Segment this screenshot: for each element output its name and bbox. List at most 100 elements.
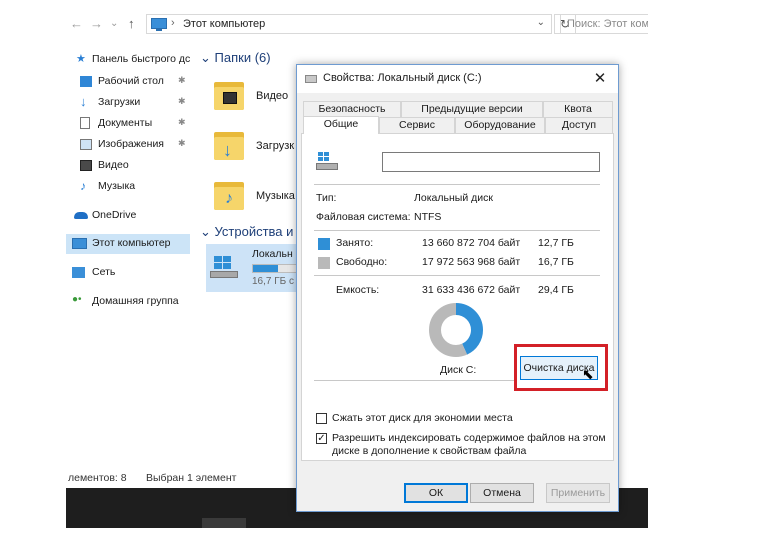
pin-icon[interactable]: ✱ xyxy=(178,138,186,149)
desktop-icon xyxy=(80,76,92,87)
free-label: Свободно: xyxy=(336,256,388,268)
selection-count: Выбран 1 элемент xyxy=(146,472,237,484)
tab-hardware[interactable]: Оборудование xyxy=(455,117,545,133)
windows-drive-icon xyxy=(316,152,340,174)
index-checkbox-label-line1[interactable]: Разрешить индексировать содержимое файло… xyxy=(332,432,606,444)
capacity-label: Емкость: xyxy=(336,284,380,296)
drive-name-input[interactable] xyxy=(382,152,600,172)
dialog-titlebar[interactable]: Свойства: Локальный диск (C:) ✕ xyxy=(297,65,618,93)
star-icon: ★ xyxy=(76,53,86,65)
tab-previous-versions[interactable]: Предыдущие версии xyxy=(401,101,543,117)
close-button[interactable]: ✕ xyxy=(590,69,610,89)
tab-service[interactable]: Сервис xyxy=(379,117,455,133)
dialog-title: Свойства: Локальный диск (C:) xyxy=(323,72,482,84)
music-folder-icon[interactable]: ♪ xyxy=(214,178,244,210)
forward-arrow-icon[interactable]: → xyxy=(90,16,103,31)
disk-label: Диск C: xyxy=(440,364,477,376)
sidebar-item-homegroup[interactable]: ●• Домашняя группа xyxy=(66,292,190,312)
network-icon xyxy=(72,267,85,278)
compress-checkbox[interactable] xyxy=(316,413,327,424)
sidebar-item-documents[interactable]: Документы ✱ xyxy=(66,114,190,134)
apply-button[interactable]: Применить xyxy=(546,483,610,503)
computer-icon xyxy=(72,238,87,249)
used-size: 12,7 ГБ xyxy=(538,237,574,249)
tab-general[interactable]: Общие xyxy=(303,116,379,134)
item-count: лементов: 8 xyxy=(68,472,127,484)
onedrive-icon xyxy=(74,212,88,219)
divider xyxy=(314,275,600,276)
general-tab-panel: Тип: Локальный диск Файловая система: NT… xyxy=(301,133,614,461)
sidebar-item-network[interactable]: Сеть xyxy=(66,263,190,283)
used-bytes: 13 660 872 704 байт xyxy=(422,237,521,249)
mouse-cursor-icon: ⬉ xyxy=(582,366,594,382)
sidebar-item-this-pc[interactable]: Этот компьютер xyxy=(66,234,190,254)
sidebar-item-music[interactable]: ♪ Музыка xyxy=(66,177,190,197)
free-size: 16,7 ГБ xyxy=(538,256,574,268)
divider xyxy=(314,380,514,381)
computer-icon xyxy=(151,18,167,29)
capacity-size: 29,4 ГБ xyxy=(538,284,574,296)
divider xyxy=(314,230,600,231)
content-pane: ⌄ Папки (6) Видео ↓ Загрузк ♪ Музыка ⌄ У… xyxy=(196,44,312,464)
tab-security[interactable]: Безопасность xyxy=(303,101,401,117)
pin-icon[interactable]: ✱ xyxy=(178,75,186,86)
drive-icon xyxy=(305,75,317,83)
folder-label-downloads[interactable]: Загрузк xyxy=(256,140,294,152)
homegroup-icon: ●• xyxy=(72,294,82,305)
recent-locations-icon[interactable]: ⌄ xyxy=(110,18,118,29)
pin-icon[interactable]: ✱ xyxy=(178,96,186,107)
local-drive-tile[interactable]: Локальн 16,7 ГБ с xyxy=(206,244,312,292)
devices-group-header[interactable]: ⌄ Устройства и xyxy=(200,224,293,240)
video-icon xyxy=(80,160,92,171)
drive-free-space: 16,7 ГБ с xyxy=(252,276,294,287)
navigation-pane: ★ Панель быстрого дс Рабочий стол ✱ ↓ За… xyxy=(66,44,190,464)
search-input[interactable]: Поиск: Этот ком xyxy=(560,14,648,34)
compress-checkbox-label[interactable]: Сжать этот диск для экономии места xyxy=(332,412,513,424)
sidebar-item-downloads[interactable]: ↓ Загрузки ✱ xyxy=(66,93,190,113)
properties-dialog: Свойства: Локальный диск (C:) ✕ Безопасн… xyxy=(296,64,619,512)
chevron-down-icon: ⌄ xyxy=(200,50,215,65)
chevron-down-icon: ⌄ xyxy=(200,224,215,239)
downloads-folder-icon[interactable]: ↓ xyxy=(214,128,244,160)
free-space-swatch xyxy=(318,257,330,269)
pin-icon[interactable]: ✱ xyxy=(178,117,186,128)
windows-drive-icon xyxy=(210,256,238,278)
free-bytes: 17 972 563 968 байт xyxy=(422,256,521,268)
download-icon: ↓ xyxy=(80,94,87,109)
documents-icon xyxy=(80,117,90,129)
breadcrumb-separator[interactable]: › xyxy=(171,17,175,29)
divider xyxy=(314,184,600,185)
folder-label-music[interactable]: Музыка xyxy=(256,190,295,202)
music-icon: ♪ xyxy=(80,179,86,193)
used-label: Занято: xyxy=(336,237,374,249)
sidebar-item-videos[interactable]: Видео xyxy=(66,156,190,176)
disk-usage-chart xyxy=(429,303,483,357)
back-arrow-icon[interactable]: ← xyxy=(70,16,83,31)
tab-quota[interactable]: Квота xyxy=(543,101,613,117)
sidebar-item-quick-access[interactable]: ★ Панель быстрого дс xyxy=(66,50,190,70)
address-bar-row: ← → ⌄ ↑ › Этот компьютер ⌄ ↻ Поиск: Этот… xyxy=(66,10,648,38)
sidebar-item-pictures[interactable]: Изображения ✱ xyxy=(66,135,190,155)
sidebar-item-onedrive[interactable]: OneDrive xyxy=(66,206,190,226)
search-placeholder: Поиск: Этот ком xyxy=(567,18,648,30)
address-input[interactable]: › Этот компьютер ⌄ xyxy=(146,14,552,34)
tab-sharing[interactable]: Доступ xyxy=(545,117,613,133)
folders-group-header[interactable]: ⌄ Папки (6) xyxy=(200,50,271,66)
type-value: Локальный диск xyxy=(414,192,493,204)
breadcrumb-path[interactable]: Этот компьютер xyxy=(183,18,265,30)
drive-usage-fill xyxy=(253,265,278,272)
index-checkbox[interactable]: ✓ xyxy=(316,433,327,444)
ok-button[interactable]: ОК xyxy=(404,483,468,503)
filesystem-label: Файловая система: xyxy=(316,211,411,223)
taskbar-button[interactable] xyxy=(202,518,246,528)
sidebar-item-desktop[interactable]: Рабочий стол ✱ xyxy=(66,72,190,92)
pictures-icon xyxy=(80,139,92,150)
folder-label-video[interactable]: Видео xyxy=(256,90,288,102)
cancel-button[interactable]: Отмена xyxy=(470,483,534,503)
up-arrow-icon[interactable]: ↑ xyxy=(128,16,135,31)
video-folder-icon[interactable] xyxy=(214,78,244,110)
index-checkbox-label-line2[interactable]: диске в дополнение к свойствам файла xyxy=(332,445,526,457)
used-space-swatch xyxy=(318,238,330,250)
filesystem-value: NTFS xyxy=(414,211,442,223)
chevron-down-icon[interactable]: ⌄ xyxy=(537,17,545,28)
